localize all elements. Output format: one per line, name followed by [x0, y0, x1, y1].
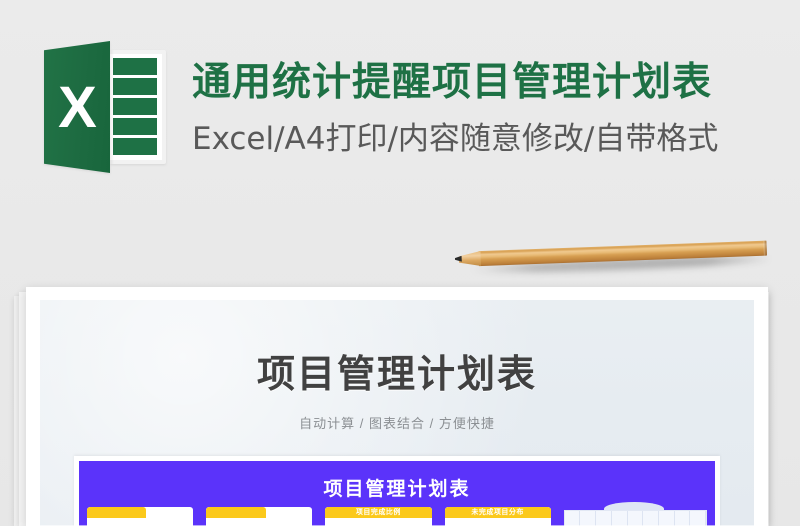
- page-root: X 通用统计提醒项目管理计划表 Excel/A4打印/内容随意修改/自带格式 项…: [0, 0, 800, 526]
- pencil-icon: [454, 234, 775, 280]
- document-title: 项目管理计划表: [256, 354, 537, 396]
- header-banner: X 通用统计提醒项目管理计划表 Excel/A4打印/内容随意修改/自带格式: [0, 0, 800, 232]
- mini-bar-chart: [563, 502, 708, 526]
- document-preview[interactable]: 项目管理计划表 自动计算 / 图表结合 / 方便快捷 项目管理计划表 项目完成比…: [26, 287, 768, 526]
- card-box: 未完成项目分布: [444, 507, 551, 526]
- pencil-lead-tip: [455, 256, 462, 262]
- excel-logo-letter: X: [58, 74, 97, 140]
- card-box-label: 项目完成比例: [355, 509, 401, 516]
- table-card-body: 项目管理计划表 项目完成比例 未完成项目分布: [79, 461, 715, 526]
- table-card: 项目管理计划表 项目完成比例 未完成项目分布: [74, 456, 720, 526]
- card-box: [87, 507, 194, 526]
- table-card-row: 项目完成比例 未完成项目分布: [87, 502, 708, 526]
- mini-bar-chart-panel: [563, 510, 708, 526]
- card-box: [206, 507, 313, 526]
- document-subtitle: 自动计算 / 图表结合 / 方便快捷: [299, 416, 495, 431]
- page-title: 通用统计提醒项目管理计划表: [192, 61, 713, 105]
- pencil-tip-wood: [459, 251, 482, 267]
- card-box: 项目完成比例: [325, 507, 432, 526]
- excel-logo: X: [44, 41, 166, 173]
- table-card-title: 项目管理计划表: [323, 479, 471, 500]
- card-box-label: [87, 507, 193, 518]
- page-subtitle: Excel/A4打印/内容随意修改/自带格式: [192, 121, 719, 157]
- card-box-label: [206, 507, 312, 518]
- card-box-label: 未完成项目分布: [471, 509, 524, 516]
- document-page: 项目管理计划表 自动计算 / 图表结合 / 方便快捷 项目管理计划表 项目完成比…: [40, 300, 754, 526]
- header-text-group: 通用统计提醒项目管理计划表 Excel/A4打印/内容随意修改/自带格式: [192, 59, 718, 159]
